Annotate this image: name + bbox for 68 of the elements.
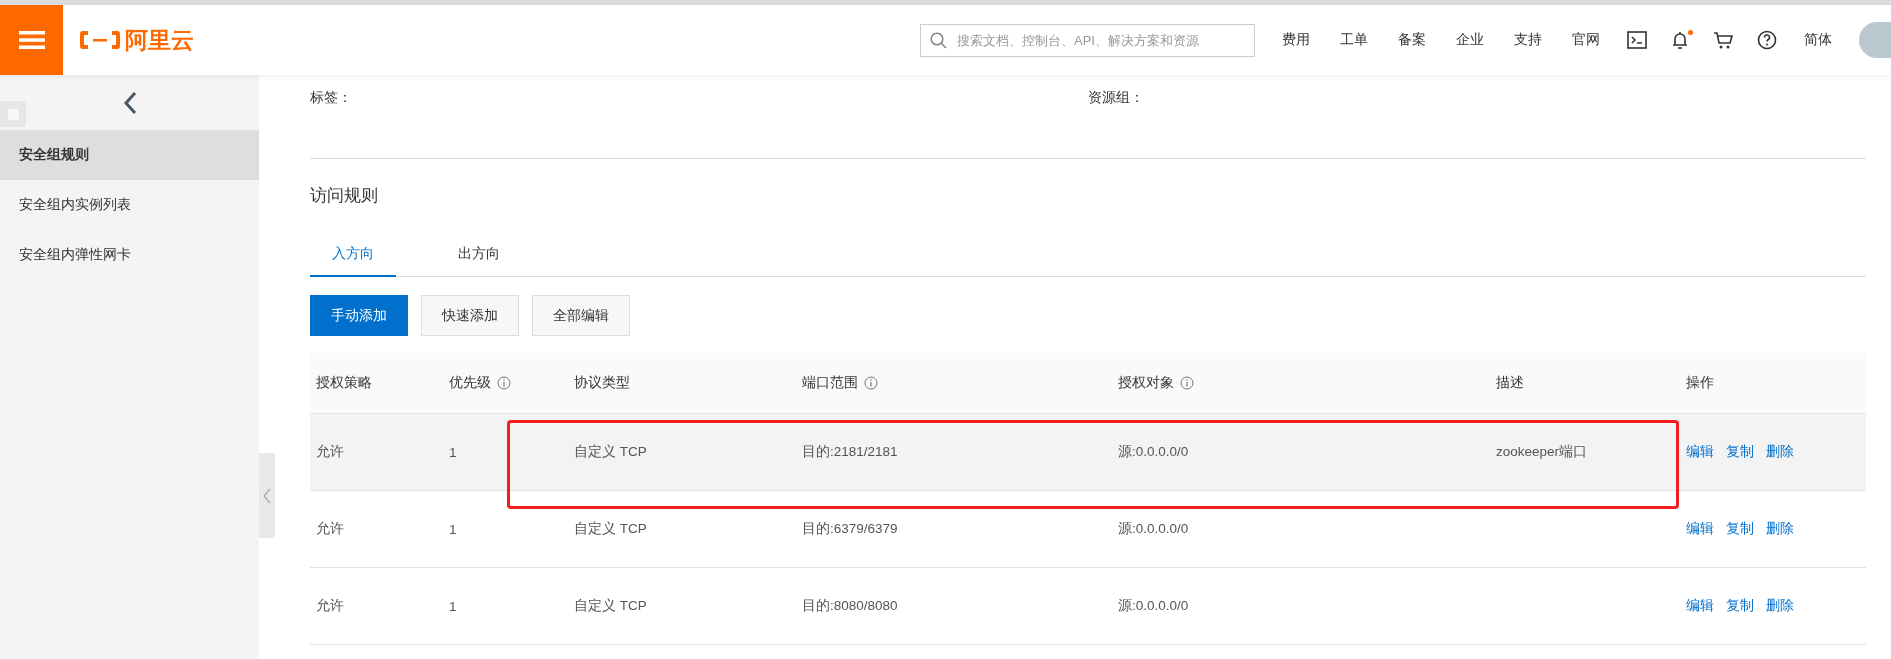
language-link[interactable]: 简体 <box>1789 31 1847 49</box>
info-icon <box>864 376 878 390</box>
search-field[interactable]: 搜索文档、控制台、API、解决方案和资源 <box>920 23 1255 57</box>
column-header: 描述 <box>1496 374 1524 392</box>
chevron-left-icon <box>263 487 271 504</box>
action-button[interactable]: 快速添加 <box>421 295 519 336</box>
field-label: 标签： <box>310 89 353 107</box>
action-link[interactable]: 复制 <box>1726 443 1754 461</box>
action-button[interactable]: 全部编辑 <box>532 295 630 336</box>
column-header: 优先级 <box>449 374 491 392</box>
action-link[interactable]: 复制 <box>1726 597 1754 615</box>
direction-tab[interactable]: 入方向 <box>310 234 396 277</box>
table-cell: 自定义 TCP <box>574 520 647 538</box>
table-cell: 允许 <box>316 443 344 461</box>
help-icon[interactable] <box>1757 30 1777 50</box>
action-link[interactable]: 编辑 <box>1686 443 1714 461</box>
logo-icon <box>79 29 121 51</box>
action-link[interactable]: 删除 <box>1766 520 1794 538</box>
action-link[interactable]: 删除 <box>1766 443 1794 461</box>
column-header: 授权对象 <box>1118 374 1174 392</box>
collapse-icon[interactable] <box>122 90 137 115</box>
column-header: 端口范围 <box>802 374 858 392</box>
menu-button[interactable] <box>0 5 63 75</box>
table-row[interactable]: 允许 1 自定义 TCP 目的:6379/6379 源:0.0.0.0/0 编辑 复制 删除 <box>310 491 1866 568</box>
sidebar-item[interactable]: 安全组内实例列表 <box>0 180 259 230</box>
nav-link[interactable]: 费用 <box>1267 31 1325 49</box>
table-cell: 目的:8080/8080 <box>802 597 898 615</box>
nav-link[interactable]: 企业 <box>1441 31 1499 49</box>
nav-link[interactable]: 备案 <box>1383 31 1441 49</box>
primary-button[interactable]: 手动添加 <box>310 295 408 336</box>
collapse-handle[interactable] <box>259 453 275 538</box>
bell-icon[interactable] <box>1671 30 1689 50</box>
table-cell: 源:0.0.0.0/0 <box>1118 520 1189 538</box>
logo-text: 阿里云 <box>125 25 194 55</box>
table-cell: 源:0.0.0.0/0 <box>1118 443 1189 461</box>
table-cell: 允许 <box>316 597 344 615</box>
action-link[interactable]: 编辑 <box>1686 520 1714 538</box>
info-icon <box>497 376 511 390</box>
nav-link[interactable]: 官网 <box>1557 31 1615 49</box>
sidebar-item[interactable]: 安全组内弹性网卡 <box>0 230 259 280</box>
table-cell: 允许 <box>316 520 344 538</box>
table-row[interactable]: 允许 1 自定义 TCP 目的:8080/8080 源:0.0.0.0/0 编辑 复制 删除 <box>310 568 1866 645</box>
table-cell: 自定义 TCP <box>574 443 647 461</box>
field-label: 资源组： <box>1088 89 1145 107</box>
column-header: 授权策略 <box>316 374 372 392</box>
table-cell: 1 <box>449 521 457 537</box>
sidebar-item[interactable]: 安全组规则 <box>0 130 259 180</box>
table-cell: 自定义 TCP <box>574 597 647 615</box>
table-cell: zookeeper端口 <box>1496 443 1588 461</box>
nav-link[interactable]: 支持 <box>1499 31 1557 49</box>
terminal-icon[interactable] <box>1627 30 1647 50</box>
table-cell: 1 <box>449 444 457 460</box>
action-link[interactable]: 复制 <box>1726 520 1754 538</box>
menu-icon <box>18 30 45 50</box>
direction-tab[interactable]: 出方向 <box>436 234 522 277</box>
action-link[interactable]: 编辑 <box>1686 597 1714 615</box>
action-link[interactable]: 删除 <box>1766 597 1794 615</box>
table-cell: 源:0.0.0.0/0 <box>1118 597 1189 615</box>
info-icon <box>1180 376 1194 390</box>
table-cell: 1 <box>449 598 457 614</box>
table-row[interactable]: 允许 1 自定义 TCP 目的:2181/2181 源:0.0.0.0/0 zookeeper端口 编辑 复制 删除 <box>310 414 1866 491</box>
column-header: 协议类型 <box>574 374 630 392</box>
table-cell: 目的:2181/2181 <box>802 443 898 461</box>
nav-link[interactable]: 工单 <box>1325 31 1383 49</box>
section-title: 访问规则 <box>310 185 379 207</box>
cart-icon[interactable] <box>1713 30 1733 50</box>
table-cell: 目的:6379/6379 <box>802 520 898 538</box>
column-header: 操作 <box>1686 374 1714 392</box>
